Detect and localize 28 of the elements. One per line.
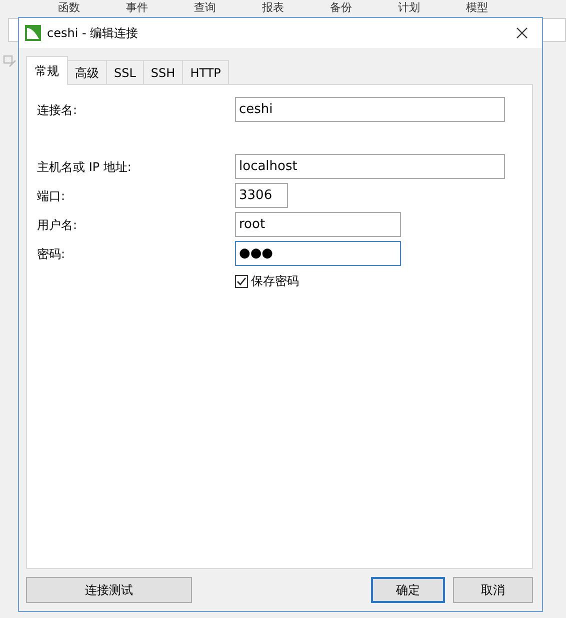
menu-item[interactable]: 事件 [126, 0, 194, 15]
app-logo-icon [25, 25, 41, 41]
dialog-button[interactable]: 取消 [453, 577, 533, 603]
menu-item[interactable]: 函数 [58, 0, 126, 15]
field-label: 用户名: [37, 216, 78, 234]
input-field[interactable]: root [235, 212, 401, 237]
dialog-button[interactable]: 确定 [371, 577, 445, 603]
field-label: 密码: [37, 246, 66, 262]
input-field[interactable]: 3306 [235, 183, 288, 208]
menu-item[interactable]: 计划 [398, 0, 466, 15]
field-label: 主机名或 IP 地址: [37, 158, 132, 176]
input-field[interactable]: ●●● [235, 241, 401, 266]
window-title: ceshi - 编辑连接 [47, 25, 140, 42]
tab[interactable]: HTTP [182, 60, 229, 85]
menu-item[interactable]: 备份 [330, 0, 398, 15]
input-field[interactable]: localhost [235, 154, 505, 179]
edit-icon [3, 54, 17, 68]
menu-item[interactable]: 模型 [466, 0, 534, 15]
menu-item[interactable]: 查询 [194, 0, 262, 15]
field-label: 端口: [37, 188, 66, 204]
menu-item[interactable]: 报表 [262, 0, 330, 15]
close-icon[interactable] [516, 27, 528, 39]
field-label: 连接名: [37, 102, 78, 118]
test-connection-button[interactable]: 连接测试 [26, 577, 192, 603]
input-field[interactable]: ceshi [235, 97, 505, 122]
tab[interactable]: 常规 [26, 56, 68, 85]
checkbox-label: 保存密码 [251, 273, 299, 290]
checkbox[interactable] [235, 274, 248, 288]
